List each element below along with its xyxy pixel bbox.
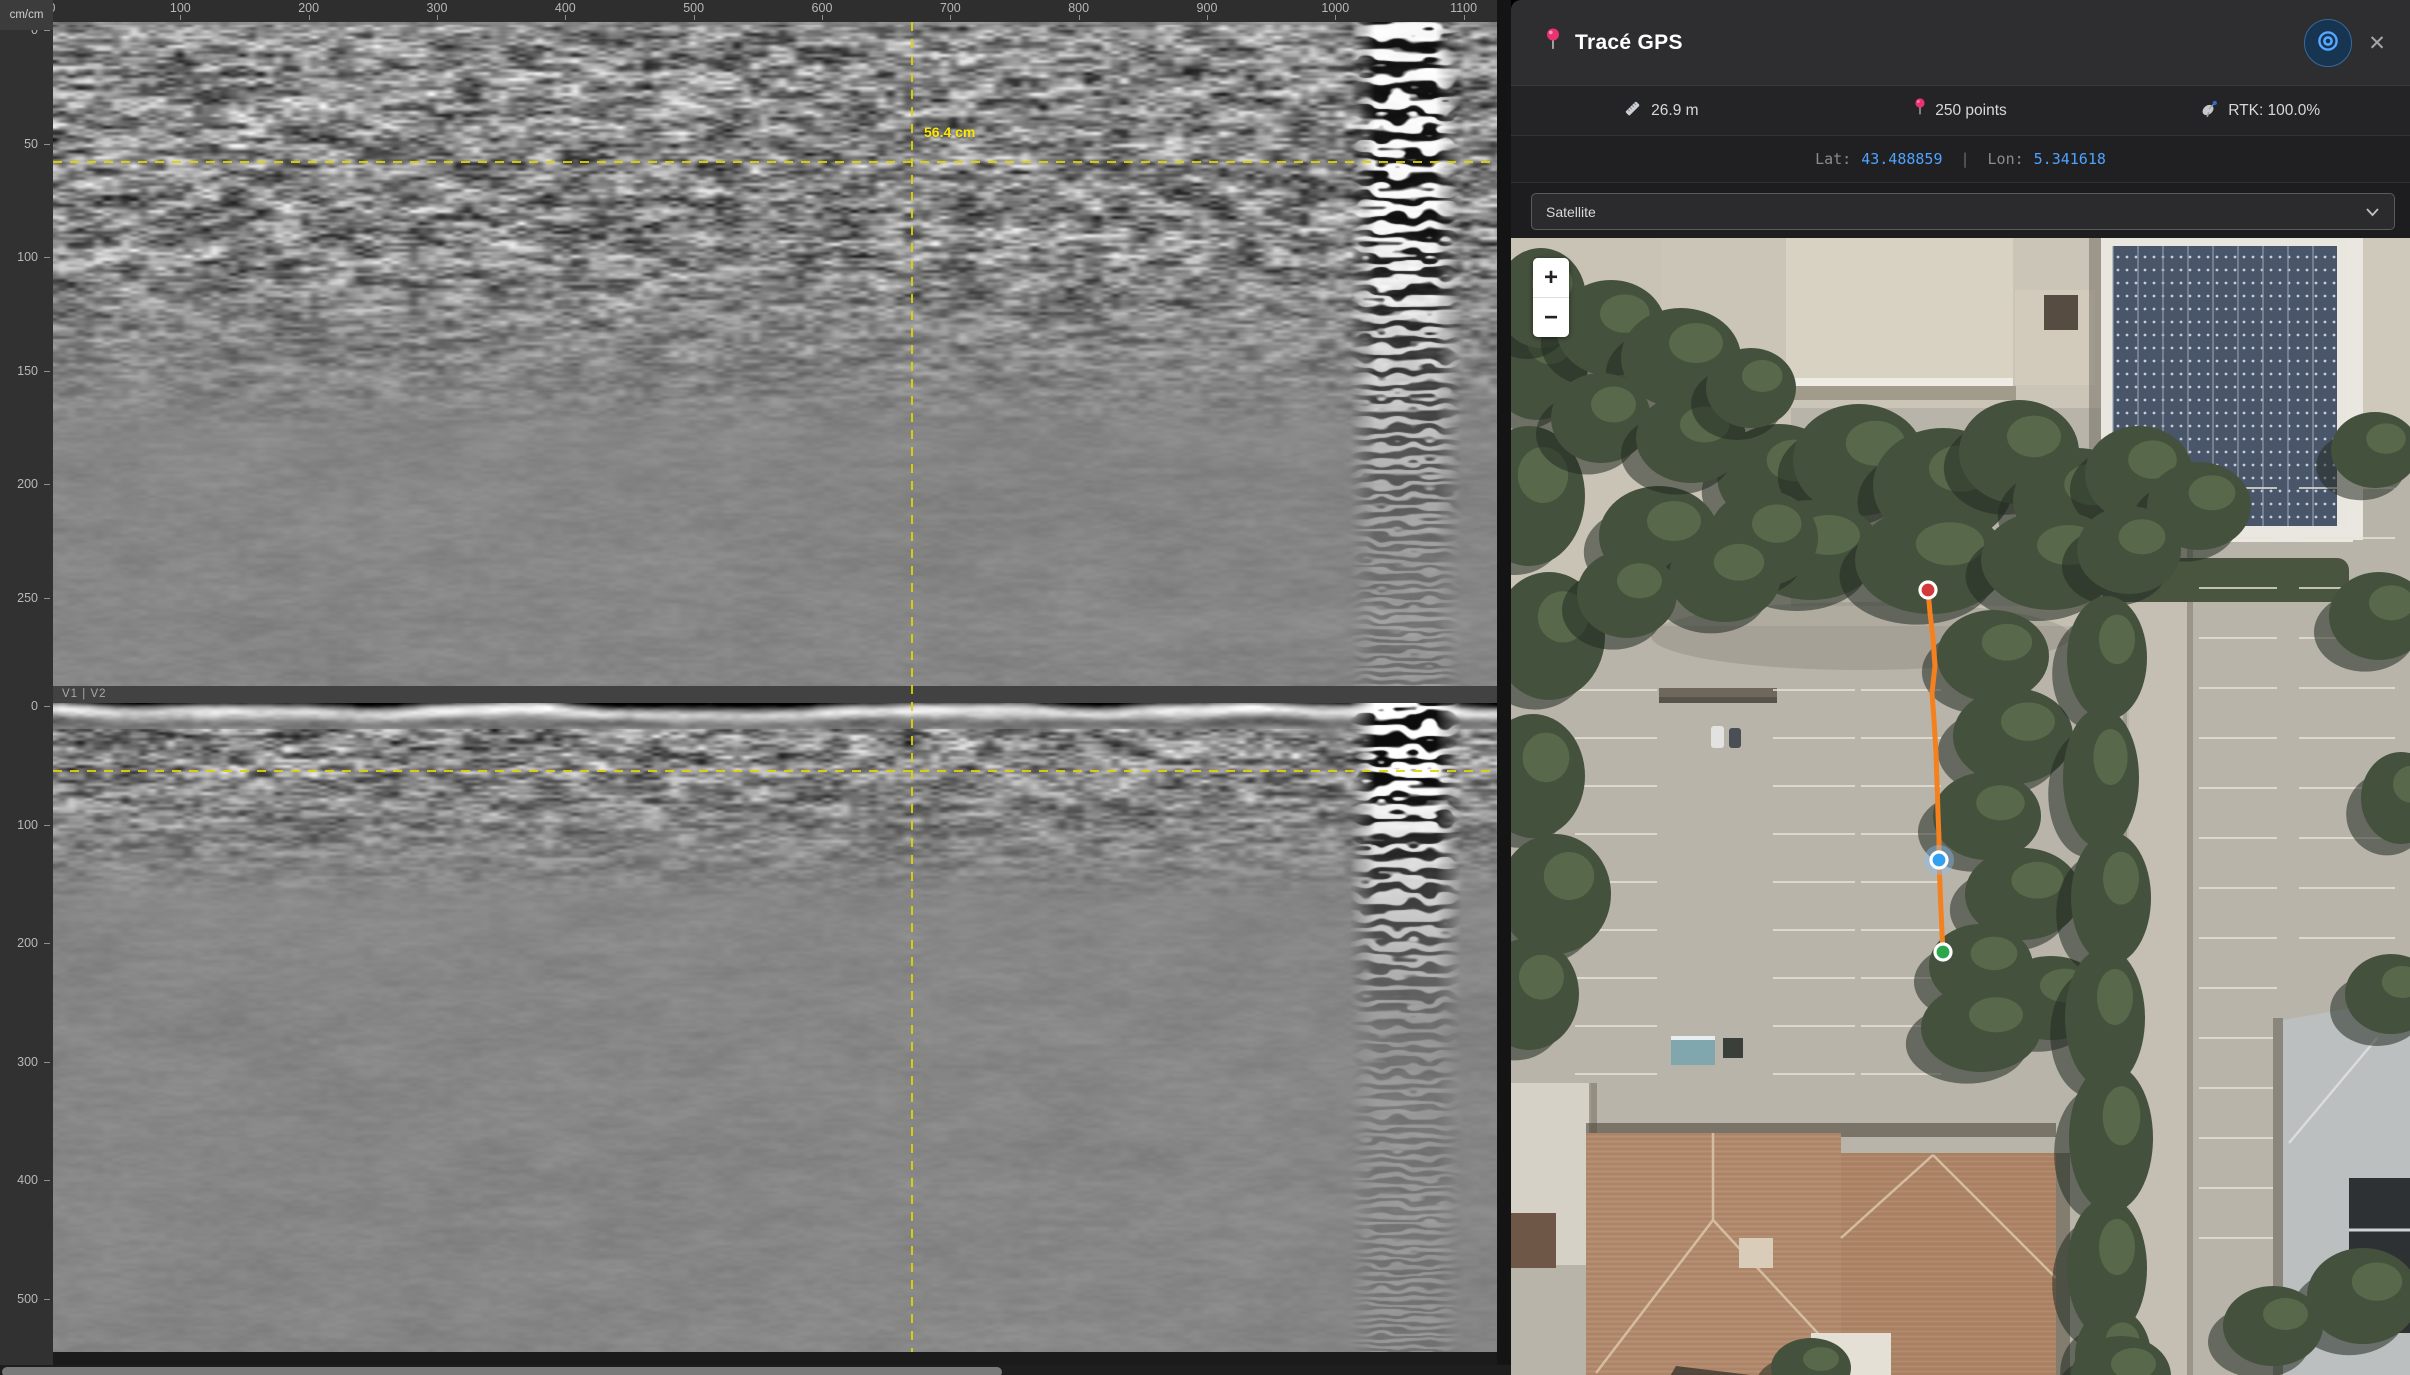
map-building-small: [1511, 1083, 1597, 1268]
coord-separator: |: [1953, 150, 1978, 168]
radargram-section: 0 100 200 300 400 500 600 700 800 900 1000 1100 cm/…: [0, 0, 1511, 1375]
stat-distance-label: 26.9 m: [1651, 102, 1698, 120]
map-awning: [1671, 1038, 1715, 1065]
x-tick-label: 700: [940, 1, 961, 15]
x-tick-label: 400: [555, 1, 576, 15]
marker-start[interactable]: [1920, 582, 1936, 598]
depth-tick-label: 200: [0, 936, 38, 950]
x-tick-label: 600: [812, 1, 833, 15]
marker-current[interactable]: [1931, 852, 1947, 868]
cursor-vertical-line: [911, 22, 913, 1352]
horizontal-scrollbar[interactable]: [0, 1365, 1511, 1375]
close-button[interactable]: ✕: [2360, 26, 2394, 60]
map-wall: [1659, 688, 1777, 697]
gps-panel-header: Tracé GPS ✕: [1511, 0, 2410, 86]
satellite-icon: [2200, 99, 2219, 123]
x-tick-label: 1000: [1321, 1, 1349, 15]
basemap-select-value: Satellite: [1546, 204, 1596, 220]
x-tick-label: 300: [427, 1, 448, 15]
map-terracotta-building: [1586, 1123, 2070, 1375]
stat-rtk: RTK: 100.0%: [2110, 99, 2410, 123]
stat-points-label: 250 points: [1935, 102, 2007, 120]
radargram-panel-2[interactable]: [53, 703, 1497, 1352]
gps-coordinates-bar: Lat: 43.488859 | Lon: 5.341618: [1511, 136, 2410, 183]
pin-icon: [1545, 28, 1561, 59]
depth-tick-label: 200: [0, 477, 38, 491]
radargram-panel-1[interactable]: [53, 22, 1497, 686]
satellite-map[interactable]: + −: [1511, 238, 2410, 1375]
depth-tick-label: 500: [0, 1292, 38, 1306]
panel-title: Tracé GPS: [1575, 0, 1683, 85]
stat-points: 250 points: [1811, 98, 2111, 123]
lon-label: Lon:: [1988, 150, 2024, 168]
depth-tick-label: 100: [0, 818, 38, 832]
zoom-out-button[interactable]: −: [1533, 298, 1569, 337]
stat-distance: 26.9 m: [1511, 99, 1811, 123]
lat-label: Lat:: [1815, 150, 1851, 168]
cursor-depth-line-panel1: [53, 161, 1497, 163]
profile-views-label: V1 | V2: [53, 686, 1497, 703]
zoom-in-button[interactable]: +: [1533, 258, 1569, 298]
depth-cursor-label: 56.4 cm: [924, 124, 975, 140]
locate-button[interactable]: [2304, 19, 2352, 67]
x-tick-label: 1100: [1450, 1, 1477, 15]
ruler-icon: [1623, 99, 1642, 123]
horizontal-scrollbar-thumb[interactable]: [2, 1367, 1002, 1375]
marker-end[interactable]: [1935, 944, 1951, 960]
basemap-select-row: Satellite: [1511, 183, 2410, 238]
lon-value: 5.341618: [2034, 150, 2106, 168]
locate-icon: [2315, 28, 2341, 59]
lat-value: 43.488859: [1861, 150, 1942, 168]
x-tick-label: 200: [298, 1, 319, 15]
gps-stats-bar: 26.9 m 250 points: [1511, 86, 2410, 136]
depth-tick-label: 150: [0, 364, 38, 378]
map-canvas: [1511, 238, 2410, 1375]
x-tick-label: 800: [1068, 1, 1089, 15]
map-car: [1729, 728, 1741, 748]
ruler-unit-label: cm/cm: [0, 0, 53, 30]
depth-ruler: [0, 0, 53, 1375]
depth-tick-label: 250: [0, 591, 38, 605]
depth-tick-label: 400: [0, 1173, 38, 1187]
depth-tick-label: 300: [0, 1055, 38, 1069]
app-window: 0 100 200 300 400 500 600 700 800 900 1000 1100 cm/…: [0, 0, 2410, 1375]
depth-tick-label: 0: [0, 699, 38, 713]
distance-ruler: 010020030040050060070080090010001100: [46, 0, 1497, 22]
cursor-depth-line-panel2: [53, 770, 1497, 772]
x-tick-label: 100: [170, 1, 191, 15]
chevron-down-icon: [2365, 204, 2380, 220]
map-zoom-control: + −: [1533, 258, 1569, 337]
stat-rtk-label: RTK: 100.0%: [2228, 102, 2320, 120]
x-tick-label: 500: [683, 1, 704, 15]
depth-tick-label: 100: [0, 250, 38, 264]
x-tick-label: 900: [1197, 1, 1218, 15]
gps-trace-panel: Tracé GPS ✕: [1511, 0, 2410, 1375]
depth-tick-label: 50: [0, 137, 38, 151]
map-car: [1711, 726, 1724, 748]
basemap-select[interactable]: Satellite: [1531, 193, 2395, 230]
pin-icon: [1914, 98, 1926, 123]
